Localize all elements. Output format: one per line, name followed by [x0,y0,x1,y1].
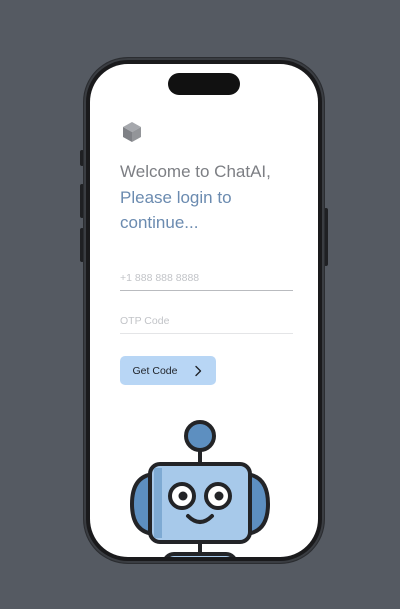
get-code-label: Get Code [132,364,178,377]
otp-code-input[interactable] [120,309,293,334]
cube-icon [123,122,141,142]
phone-number-input[interactable] [120,266,293,291]
login-prompt: Please login to continue... [120,188,232,232]
chevron-right-icon [195,365,202,376]
power-button [324,208,328,266]
welcome-heading: Welcome to ChatAI, [120,162,271,181]
phone-frame: Welcome to ChatAI, Please login to conti… [84,58,324,563]
phone-screen: Welcome to ChatAI, Please login to conti… [90,64,318,557]
canvas: Welcome to ChatAI, Please login to conti… [0,0,400,609]
robot-icon [129,420,271,557]
get-code-button[interactable]: Get Code [120,356,216,385]
dynamic-island [168,73,240,95]
